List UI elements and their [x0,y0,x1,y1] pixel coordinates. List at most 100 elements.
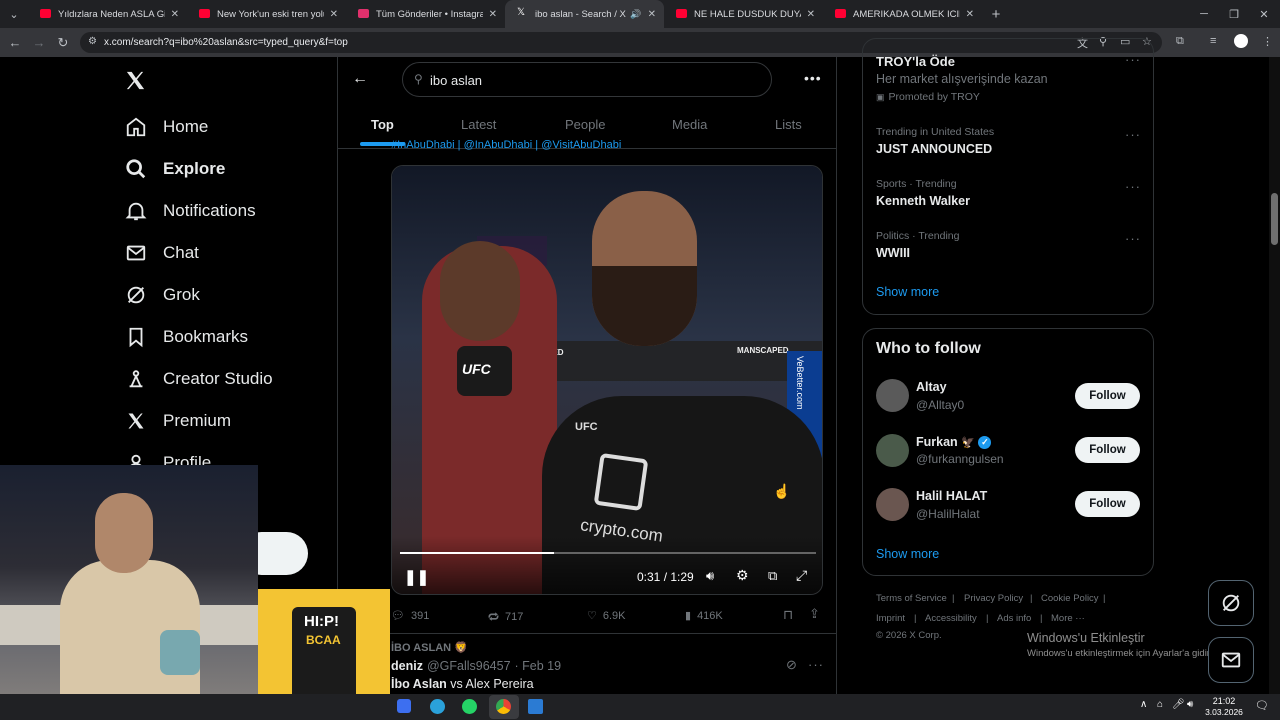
notification-icon[interactable]: 🗨︎ [1255,699,1269,712]
more-options-icon[interactable]: ••• [804,70,822,86]
close-tab-icon[interactable]: ✕ [648,9,656,20]
user-name[interactable]: Altay [916,380,947,394]
trend-item[interactable]: JUST ANNOUNCED [876,142,992,156]
grok-icon[interactable]: ⊘ [786,657,797,673]
pip-icon[interactable]: ⧉ [768,568,777,584]
follow-button[interactable]: Follow [1075,383,1140,409]
footer-link-ads-info[interactable]: Ads info [997,613,1031,624]
extensions-icon[interactable]: ⧉ [1176,35,1184,48]
restore-icon[interactable]: ❐ [1218,0,1250,28]
messages-float-button[interactable] [1208,637,1254,683]
sidebar-item-chat[interactable]: Chat [124,241,199,265]
clock-date[interactable]: 3.03.2026 [1198,707,1250,717]
close-tab-icon[interactable]: ✕ [171,9,179,20]
footer-link-accessibility[interactable]: Accessibility [925,613,977,624]
footer-link-more[interactable]: More ··· [1051,613,1085,624]
app-icon-1[interactable] [397,699,411,713]
fullscreen-icon[interactable]: ⤢ [796,567,807,584]
follow-button[interactable]: Follow [1075,491,1140,517]
more-options-icon[interactable]: ··· [808,657,824,672]
close-tab-icon[interactable]: ✕ [807,9,815,20]
avatar[interactable] [876,488,909,521]
scrollbar-thumb[interactable] [1271,193,1278,245]
bookmark-icon[interactable]: ⊓ [783,607,793,623]
close-tab-icon[interactable]: ✕ [489,9,497,20]
more-options-icon[interactable]: ··· [1125,52,1141,67]
back-arrow-icon[interactable]: ← [352,70,368,88]
sidebar-item-bookmarks[interactable]: Bookmarks [124,325,248,349]
profile-avatar-icon[interactable] [1234,34,1248,48]
author-name[interactable]: deniz [391,659,423,673]
trend-item[interactable]: WWIII [876,246,910,260]
footer-link-cookie[interactable]: Cookie Policy [1041,593,1099,604]
tray-icon[interactable]: ⌂ [1157,699,1163,710]
video-player[interactable]: MANSCAPED MANSCAPED VeBetter.com UFC UFC… [391,165,823,595]
settings-gear-icon[interactable]: ⚙ [736,567,749,584]
volume-icon[interactable]: 🔊︎ [1187,699,1193,710]
more-options-icon[interactable]: ··· [1125,179,1141,194]
mic-icon[interactable]: 🎤︎ [1172,699,1185,710]
pause-icon[interactable]: ❚❚ [404,568,429,586]
sidebar-item-grok[interactable]: Grok [124,283,200,307]
tab-top[interactable]: Top [371,117,394,132]
reading-list-icon[interactable]: ≡ [1210,35,1216,47]
tab-search-icon[interactable]: ⌄ [0,0,28,28]
footer-link-terms[interactable]: Terms of Service [876,593,947,604]
show-more-link[interactable]: Show more [876,547,939,561]
forward-arrow-icon[interactable]: → [27,35,51,50]
reload-icon[interactable]: ↻ [51,35,75,51]
repost-button[interactable]: 🔁︎ 717 [488,609,523,625]
avatar[interactable] [876,379,909,412]
menu-kebab-icon[interactable]: ⋮ [1262,35,1273,48]
reply-button[interactable]: 💬︎ 391 [391,609,429,623]
sidebar-item-premium[interactable]: Premium [124,409,231,433]
footer-link-imprint[interactable]: Imprint [876,613,905,624]
trend-item[interactable]: Kenneth Walker [876,194,970,208]
sidebar-item-home[interactable]: Home [124,115,208,139]
browser-tab-3[interactable]: Tüm Gönderiler • Instagram ✕ [346,0,505,28]
post-date[interactable]: · Feb 19 [515,659,562,673]
more-options-icon[interactable]: ··· [1125,231,1141,246]
whatsapp-icon[interactable] [462,699,477,714]
user-name[interactable]: Furkan 🦅 ✓ [916,435,992,449]
browser-tab-2[interactable]: New York'un eski tren yolunda✕ [187,0,346,28]
app-icon-5[interactable] [528,699,543,714]
user-name[interactable]: Halil HALAT [916,489,987,503]
browser-tab-1[interactable]: Yıldızlara Neden ASLA Gidemey✕ [28,0,187,28]
tab-lists[interactable]: Lists [775,117,802,132]
browser-tab-6[interactable]: AMERIKADA OLMEK ICIN KENDI✕ [823,0,982,28]
minimize-icon[interactable]: ─ [1188,0,1220,28]
sidebar-item-creator-studio[interactable]: Creator Studio [124,367,273,391]
sidebar-item-notifications[interactable]: Notifications [124,199,256,223]
views-button[interactable]: ▮ 416K [685,609,723,623]
x-logo-icon[interactable] [124,69,147,92]
new-tab-button[interactable]: + [982,6,1010,23]
back-arrow-icon[interactable]: ← [3,35,27,50]
author-handle[interactable]: @GFalls96457 [427,659,511,673]
tab-latest[interactable]: Latest [461,117,496,132]
page-scrollbar[interactable] [1269,57,1280,694]
ad-title[interactable]: TROY'la Öde [876,54,955,69]
close-tab-icon[interactable]: ✕ [966,9,974,20]
search-input[interactable]: ⚲ ibo aslan [402,62,772,97]
follow-button[interactable]: Follow [1075,437,1140,463]
sidebar-item-explore[interactable]: Explore [124,157,225,181]
telegram-icon[interactable] [430,699,445,714]
footer-link-privacy[interactable]: Privacy Policy [964,593,1023,604]
browser-tab-4-active[interactable]: 𝕏ibo aslan - Search / X 🔊 ✕ [505,0,664,28]
site-info-icon[interactable]: ⚙ [88,36,97,47]
speaker-icon[interactable]: 🔊 [630,9,641,20]
browser-tab-5[interactable]: NE HALE DUSDUK DUYAN YOK✕ [664,0,823,28]
like-button[interactable]: ♡ 6.9K [587,609,626,623]
close-tab-icon[interactable]: ✕ [330,9,338,20]
share-icon[interactable]: ⇪ [809,606,820,622]
avatar[interactable] [876,434,909,467]
more-options-icon[interactable]: ··· [1125,127,1141,142]
post-cutoff-text[interactable]: #InAbuDhabi | @InAbuDhabi | @VisitAbuDha… [391,138,691,152]
tab-people[interactable]: People [565,117,605,132]
clock-time[interactable]: 21:02 [1206,696,1242,706]
tab-media[interactable]: Media [672,117,707,132]
tray-chevron-icon[interactable]: ∧ [1140,699,1147,710]
window-close-icon[interactable]: ✕ [1248,0,1280,28]
show-more-link[interactable]: Show more [876,285,939,299]
